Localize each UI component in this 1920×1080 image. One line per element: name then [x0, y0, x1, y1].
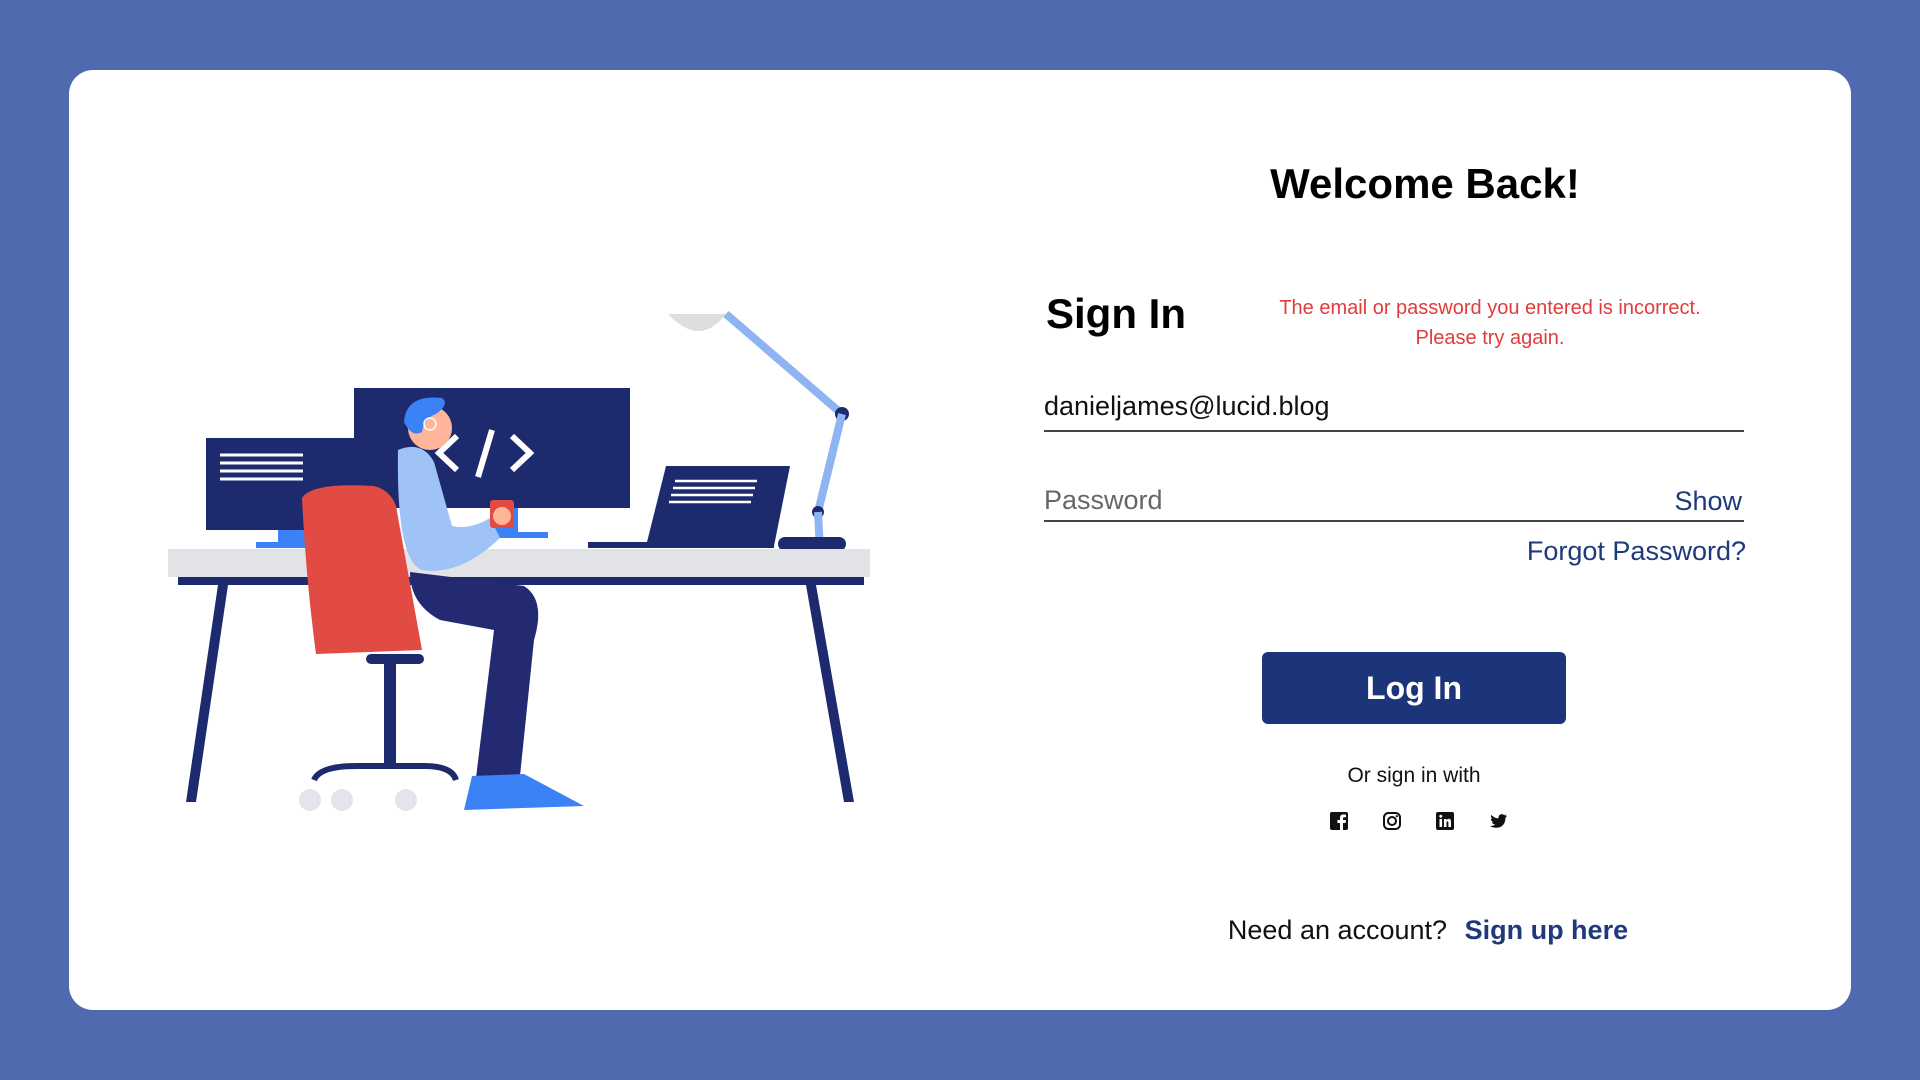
social-login-row: [1328, 810, 1508, 834]
sign-in-heading: Sign In: [1046, 290, 1186, 337]
show-password-toggle[interactable]: Show: [1674, 486, 1742, 517]
facebook-icon[interactable]: [1328, 810, 1350, 832]
linkedin-icon[interactable]: [1434, 810, 1456, 832]
welcome-heading: Welcome Back!: [1270, 160, 1580, 207]
email-field: [1044, 386, 1744, 432]
log-in-button[interactable]: Log In: [1262, 652, 1566, 724]
instagram-icon[interactable]: [1381, 810, 1403, 832]
sign-up-row: Need an account? Sign up here: [1168, 915, 1688, 946]
twitter-icon[interactable]: [1487, 810, 1509, 832]
forgot-password-link[interactable]: Forgot Password?: [1520, 536, 1746, 567]
email-input[interactable]: [1044, 386, 1604, 426]
need-account-text: Need an account?: [1227, 915, 1448, 945]
sign-up-link[interactable]: Sign up here: [1465, 915, 1629, 945]
login-error-message: The email or password you entered is inc…: [1230, 293, 1750, 353]
error-line-2: Please try again.: [1415, 327, 1565, 349]
error-line-1: The email or password you entered is inc…: [1279, 297, 1701, 319]
developer-desk-illustration: [168, 310, 870, 811]
password-field: Show: [1044, 480, 1744, 522]
or-sign-in-with-label: Or sign in with: [1347, 764, 1481, 787]
password-input[interactable]: [1044, 480, 1604, 520]
